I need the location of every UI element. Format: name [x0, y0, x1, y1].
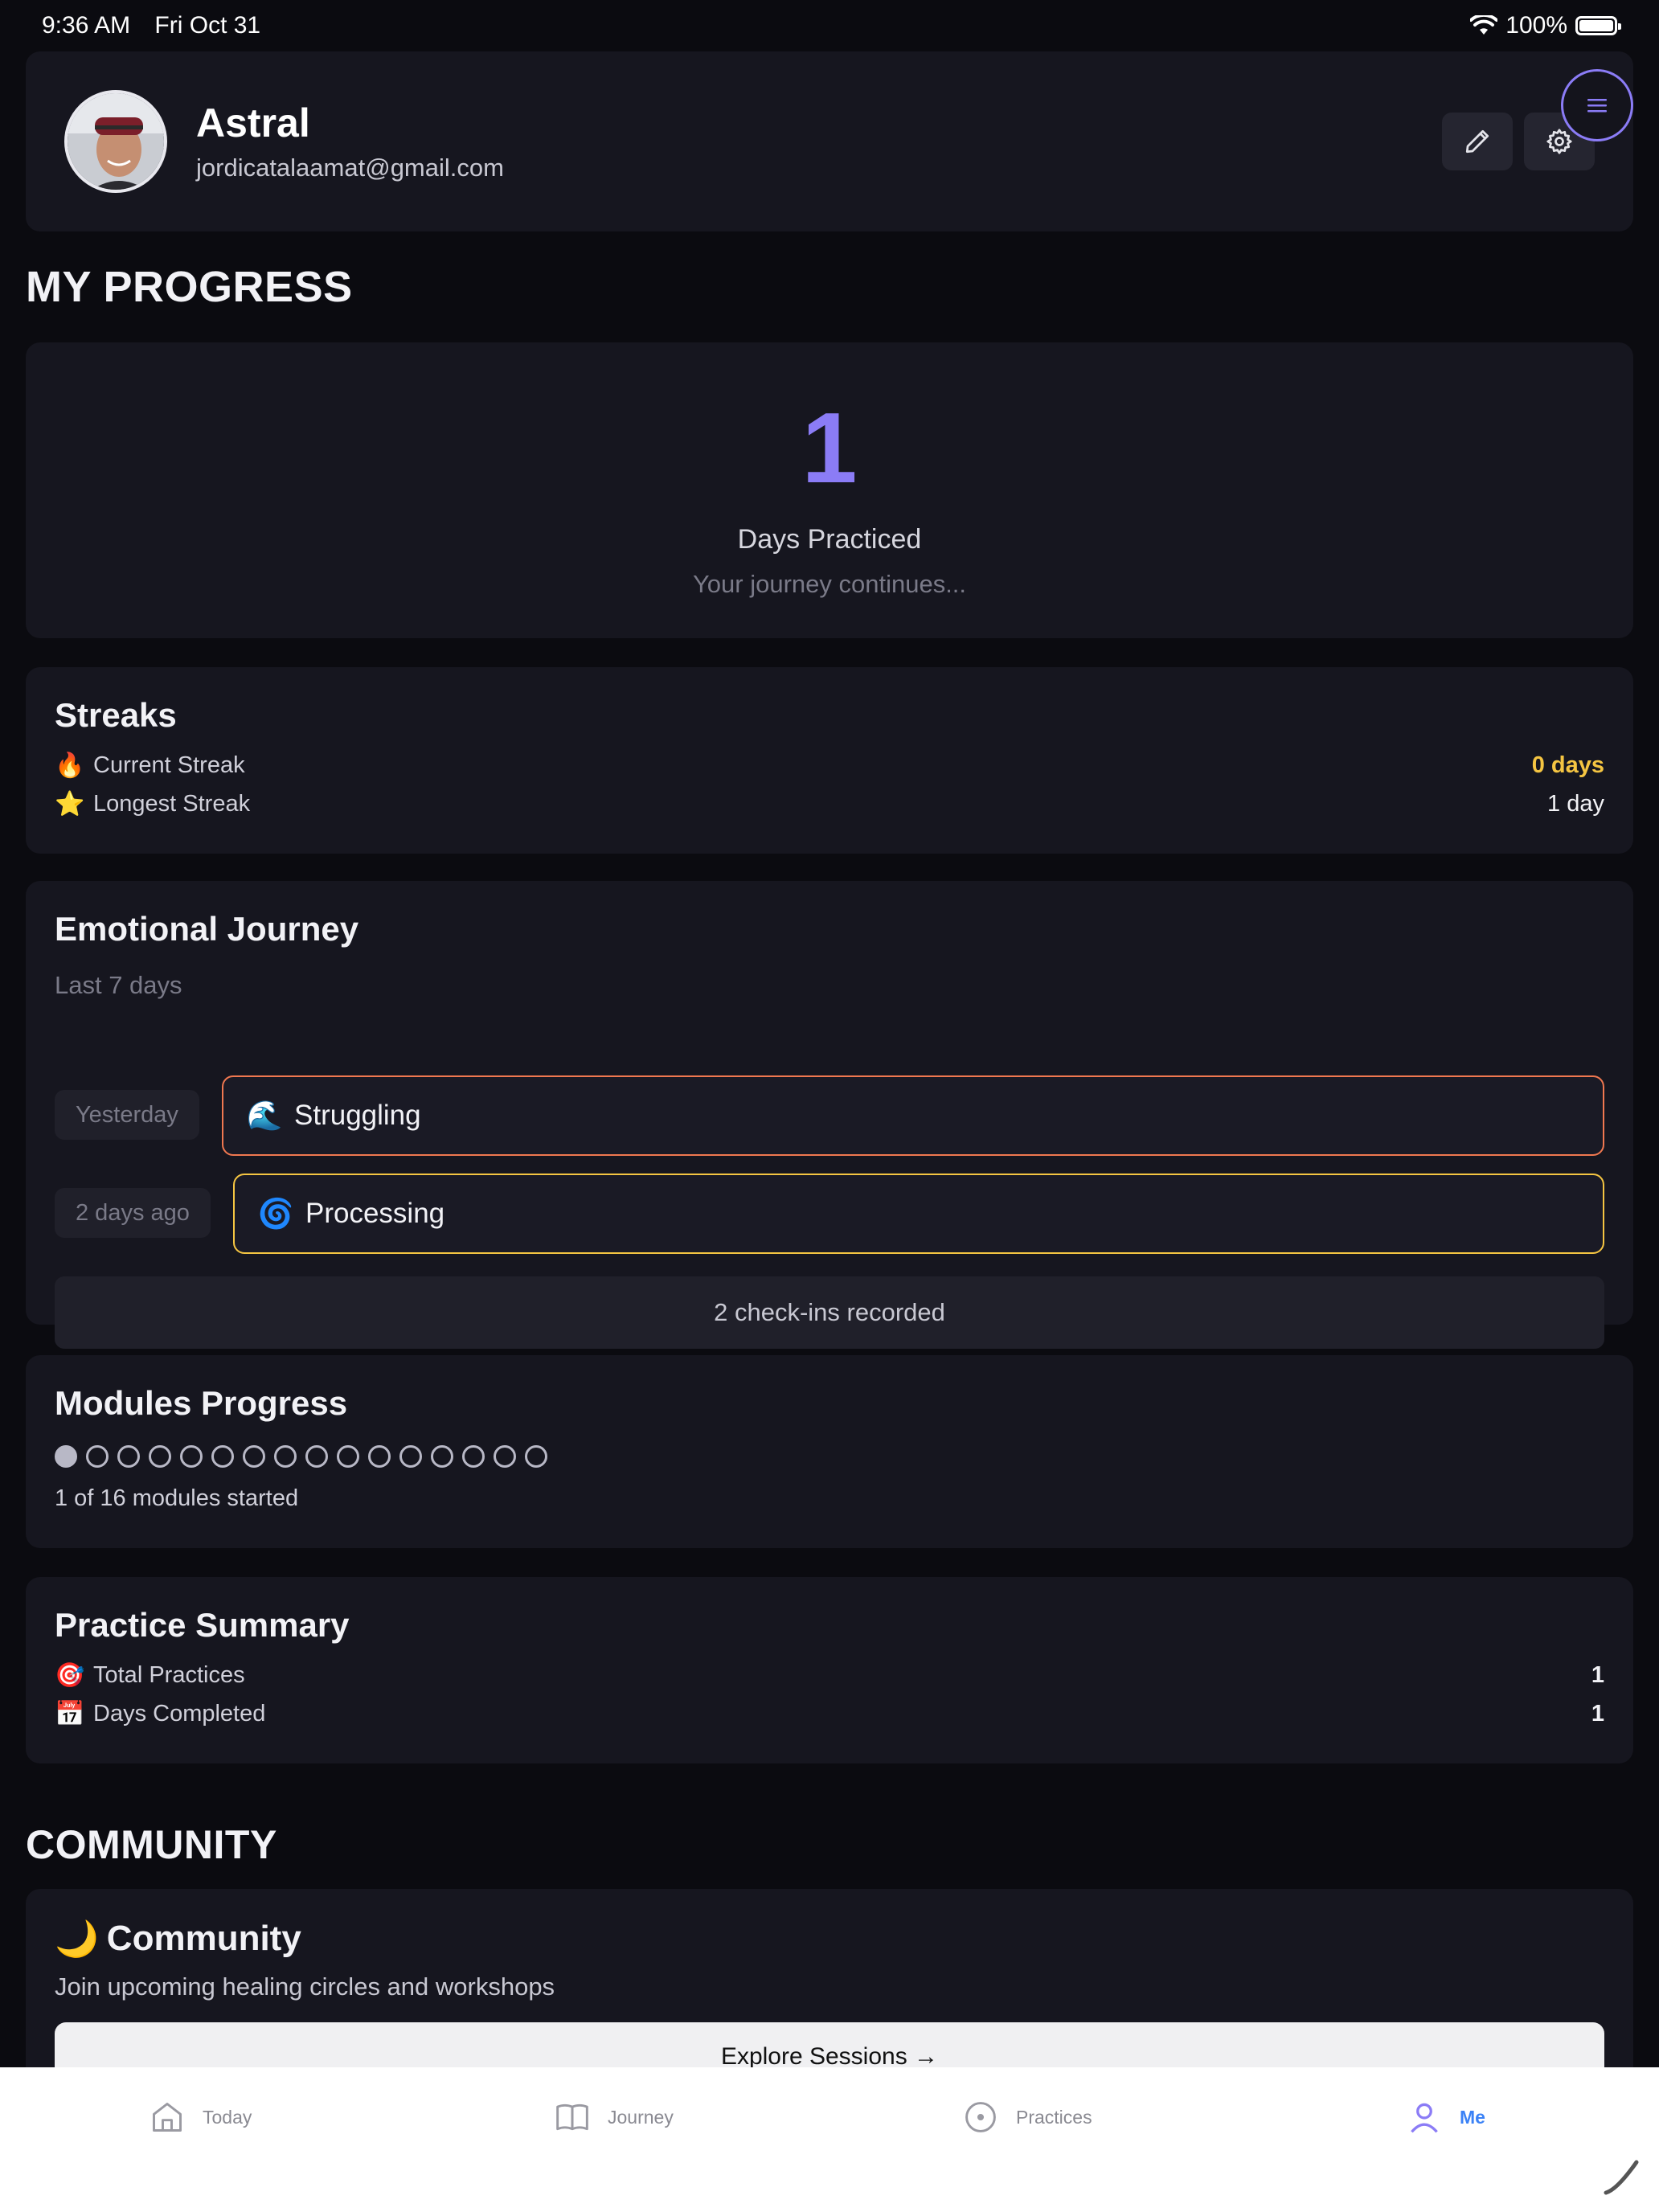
- community-title: Community: [106, 1919, 301, 1958]
- modules-progress-title: Modules Progress: [55, 1384, 348, 1422]
- module-dot: [305, 1445, 328, 1468]
- gear-icon: [1546, 129, 1572, 154]
- days-practiced-label: Days Practiced: [737, 524, 922, 555]
- tab-practices[interactable]: Practices: [963, 2099, 1092, 2135]
- compass-icon: [965, 2102, 996, 2132]
- community-title-row: 🌙 Community: [55, 1918, 1604, 1960]
- tab-today[interactable]: Today: [150, 2099, 252, 2135]
- module-dot: [274, 1445, 297, 1468]
- home-icon: [153, 2103, 182, 2132]
- total-practices-row: 🎯 Total Practices 1: [55, 1656, 1604, 1694]
- person-icon: [1411, 2103, 1438, 2133]
- longest-streak-label: Longest Streak: [93, 790, 251, 817]
- current-streak-label: Current Streak: [93, 752, 245, 778]
- profile-email: jordicatalaamat@gmail.com: [196, 153, 504, 182]
- streaks-title: Streaks: [55, 696, 177, 734]
- my-progress-heading: MY PROGRESS: [26, 263, 353, 311]
- explore-sessions-button[interactable]: Explore Sessions →: [55, 2022, 1604, 2067]
- fire-icon: 🔥: [55, 752, 85, 779]
- book-icon: [556, 2103, 588, 2131]
- module-dot: [462, 1445, 485, 1468]
- scroll-indicator-icon: [1604, 2160, 1639, 2195]
- target-icon: 🎯: [55, 1661, 85, 1689]
- battery-percent: 100%: [1505, 12, 1567, 39]
- longest-streak-row: ⭐ Longest Streak 1 day: [55, 784, 1604, 823]
- module-dot: [368, 1445, 391, 1468]
- current-streak-value: 0 days: [1531, 752, 1604, 778]
- profile-name: Astral: [196, 100, 310, 145]
- days-completed-value: 1: [1591, 1700, 1604, 1727]
- checkin-entry[interactable]: 🌀 Processing: [233, 1174, 1604, 1254]
- module-dot: [525, 1445, 547, 1468]
- checkin-mood: Processing: [305, 1198, 445, 1229]
- days-practiced-subtitle: Your journey continues...: [692, 570, 967, 598]
- checkin-mood: Struggling: [294, 1100, 421, 1131]
- total-practices-label: Total Practices: [93, 1661, 245, 1688]
- module-dot: [180, 1445, 203, 1468]
- status-time: 9:36 AM: [42, 12, 131, 39]
- module-dot: [117, 1445, 140, 1468]
- community-card: 🌙 Community Join upcoming healing circle…: [26, 1889, 1633, 2067]
- community-heading: COMMUNITY: [26, 1822, 277, 1867]
- module-dot: [149, 1445, 171, 1468]
- days-completed-label: Days Completed: [93, 1700, 266, 1727]
- status-right: 100%: [1470, 12, 1621, 39]
- tab-label: Today: [203, 2106, 252, 2128]
- status-bar: 9:36 AM Fri Oct 31 100%: [0, 0, 1659, 51]
- menu-button[interactable]: [1561, 69, 1633, 141]
- module-dot: [86, 1445, 109, 1468]
- tab-journey[interactable]: Journey: [555, 2099, 674, 2135]
- tab-label: Practices: [1016, 2106, 1092, 2128]
- module-dot: [55, 1445, 77, 1468]
- checkin-date-tag: Yesterday: [55, 1090, 199, 1140]
- tab-bar: Today Journey Practices Me: [0, 2067, 1659, 2212]
- days-completed-row: 📅 Days Completed 1: [55, 1694, 1604, 1733]
- profile-text: Astral jordicatalaamat@gmail.com: [196, 100, 504, 182]
- tab-label: Me: [1460, 2106, 1485, 2128]
- checkin-entry[interactable]: 🌊 Struggling: [222, 1075, 1604, 1156]
- cyclone-icon: 🌀: [257, 1197, 294, 1230]
- status-date: Fri Oct 31: [154, 12, 261, 39]
- wave-icon: 🌊: [246, 1099, 283, 1132]
- module-dot: [494, 1445, 516, 1468]
- battery-fill: [1579, 20, 1613, 31]
- pencil-icon: [1465, 129, 1489, 154]
- edit-profile-button[interactable]: [1442, 113, 1513, 170]
- emotional-journey-card: Emotional Journey Last 7 days Yesterday …: [26, 881, 1633, 1349]
- wifi-icon: [1470, 15, 1498, 35]
- checkins-summary: 2 check-ins recorded: [55, 1276, 1604, 1349]
- days-practiced-card: 1 Days Practiced Your journey continues.…: [26, 342, 1633, 638]
- module-dot: [399, 1445, 422, 1468]
- emotional-journey-title: Emotional Journey: [55, 910, 359, 948]
- hamburger-menu-icon: [1587, 99, 1607, 113]
- longest-streak-value: 1 day: [1547, 790, 1604, 817]
- calendar-icon: 📅: [55, 1700, 85, 1727]
- avatar[interactable]: [64, 90, 167, 193]
- current-streak-row: 🔥 Current Streak 0 days: [55, 746, 1604, 784]
- module-dots: [55, 1445, 1604, 1468]
- practice-summary-card: Practice Summary 🎯 Total Practices 1 📅 Day…: [26, 1577, 1633, 1763]
- module-dot: [211, 1445, 234, 1468]
- community-subtitle: Join upcoming healing circles and worksh…: [55, 1972, 555, 2001]
- profile-scroll-view[interactable]: Astral jordicatalaamat@gmail.com MY PROG…: [0, 51, 1659, 2067]
- tab-label: Journey: [608, 2106, 674, 2128]
- module-dot: [243, 1445, 265, 1468]
- profile-card: Astral jordicatalaamat@gmail.com: [26, 51, 1633, 231]
- tab-me[interactable]: Me: [1407, 2099, 1485, 2135]
- moon-icon: 🌙: [55, 1919, 99, 1959]
- total-practices-value: 1: [1591, 1661, 1604, 1688]
- battery-icon: [1575, 16, 1621, 35]
- status-left: 9:36 AM Fri Oct 31: [42, 12, 278, 39]
- modules-summary: 1 of 16 modules started: [55, 1485, 299, 1511]
- practice-summary-title: Practice Summary: [55, 1606, 350, 1644]
- streaks-card: Streaks 🔥 Current Streak 0 days ⭐ Longest …: [26, 667, 1633, 854]
- star-icon: ⭐: [55, 790, 85, 817]
- module-dot: [337, 1445, 359, 1468]
- days-practiced-count: 1: [801, 393, 858, 504]
- modules-progress-card: Modules Progress 1 of 16 modules started: [26, 1355, 1633, 1548]
- emotional-journey-subtitle: Last 7 days: [55, 971, 182, 999]
- module-dot: [431, 1445, 453, 1468]
- checkin-date-tag: 2 days ago: [55, 1188, 211, 1238]
